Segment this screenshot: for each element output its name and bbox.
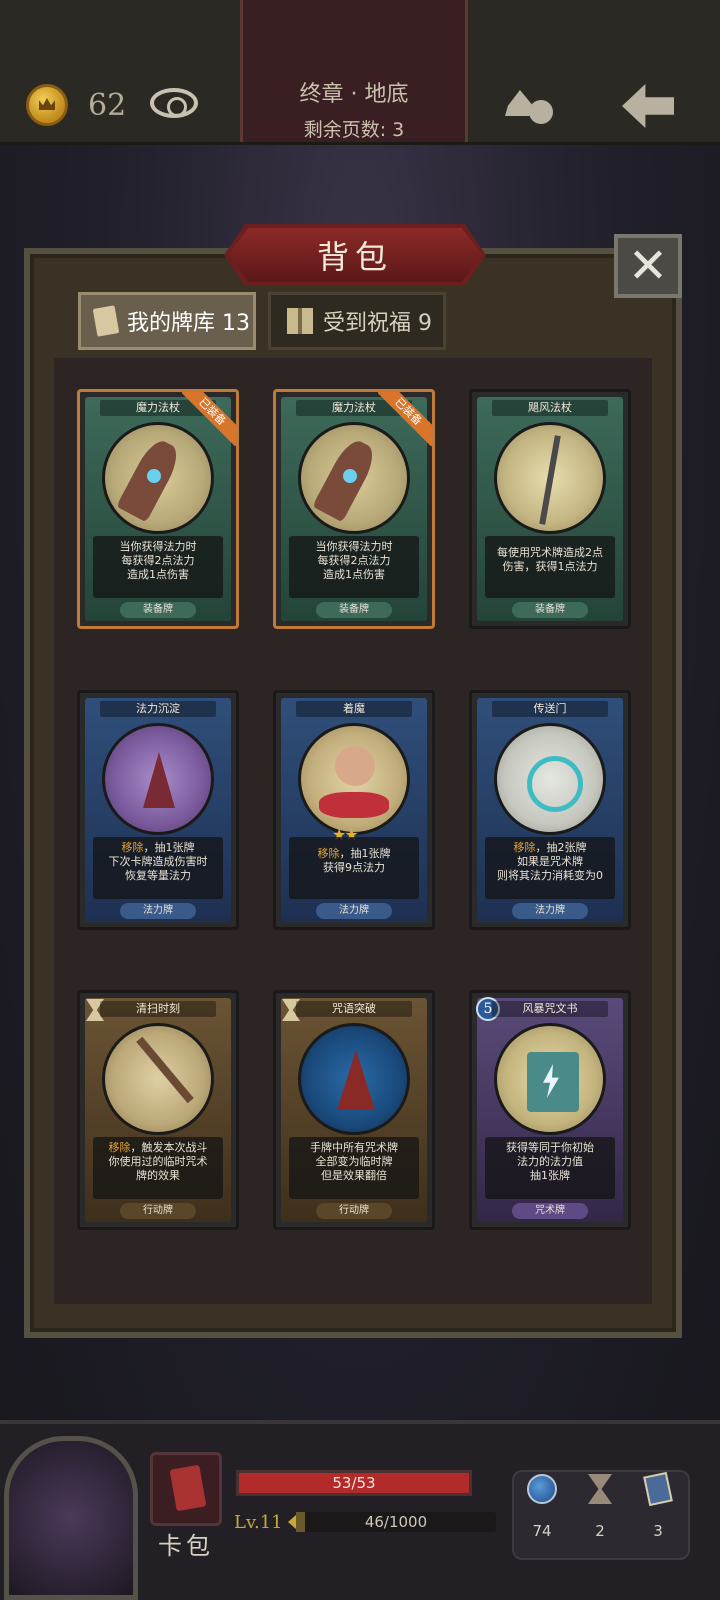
hooded-figure-art	[102, 723, 214, 835]
gold-count: 62	[88, 88, 127, 123]
gift-icon	[287, 308, 313, 334]
pages-remaining: 剩余页数: 3	[303, 119, 405, 141]
possessed-art	[298, 723, 410, 835]
xp-arrow-icon	[288, 1515, 296, 1529]
player-level: Lv.11	[234, 1512, 283, 1533]
card-description: 移除，触发本次战斗 你使用过的临时咒术 牌的效果	[93, 1137, 223, 1199]
card-type: 法力牌	[316, 903, 392, 919]
spellbook-art	[494, 1023, 606, 1135]
card-type: 装备牌	[316, 602, 392, 618]
eye-icon[interactable]	[150, 88, 198, 118]
card-description: 当你获得法力时 每获得2点法力 造成1点伤害	[289, 536, 419, 598]
card-bag-label: 卡包	[158, 1532, 214, 1560]
potion-icon	[527, 1474, 557, 1504]
card-mana-staff[interactable]: 魔力法杖 当你获得法力时 每获得2点法力 造成1点伤害 装备牌 已装备	[273, 389, 435, 629]
card-mana-staff[interactable]: 魔力法杖 当你获得法力时 每获得2点法力 造成1点伤害 装备牌 已装备	[77, 389, 239, 629]
card-type: 行动牌	[120, 1203, 196, 1219]
portal-art	[494, 723, 606, 835]
back-arrow-icon[interactable]	[622, 84, 674, 128]
card-description: 移除，抽2张牌 如果是咒术牌 则将其法力消耗变为0	[485, 837, 615, 899]
panel-title: 背包	[228, 228, 482, 282]
xp-text: 46/1000	[364, 1513, 428, 1531]
card-icon	[92, 305, 120, 337]
card-name: 咒语突破	[296, 1001, 412, 1017]
card-name: 法力沉淀	[100, 701, 216, 717]
card-type: 行动牌	[316, 1203, 392, 1219]
tab-label: 我的牌库 13	[127, 311, 250, 336]
card-type: 法力牌	[512, 903, 588, 919]
card-type: 咒术牌	[512, 1203, 588, 1219]
card-description: 获得等同于你初始 法力的法力值 抽1张牌	[485, 1137, 615, 1199]
card-type: 法力牌	[120, 903, 196, 919]
hp-bar: 53/53	[236, 1470, 472, 1496]
party-icon[interactable]	[505, 84, 555, 126]
card-type: 装备牌	[120, 602, 196, 618]
card-name: 着魔	[296, 701, 412, 717]
card-sweep-time[interactable]: 清扫时刻 移除，触发本次战斗 你使用过的临时咒术 牌的效果 行动牌	[77, 990, 239, 1230]
card-portal[interactable]: 传送门 移除，抽2张牌 如果是咒术牌 则将其法力消耗变为0 法力牌	[469, 690, 631, 930]
hp-text: 53/53	[332, 1474, 376, 1492]
card-name: 飓风法杖	[492, 400, 608, 416]
broom-art	[102, 1023, 214, 1135]
tab-my-deck[interactable]: 我的牌库 13	[78, 292, 256, 350]
card-possessed[interactable]: 着魔 ★★ 移除，抽1张牌 获得9点法力 法力牌	[273, 690, 435, 930]
card-storm-spellbook[interactable]: 5 风暴咒文书 获得等同于你初始 法力的法力值 抽1张牌 咒术牌	[469, 990, 631, 1230]
stat-hourglass[interactable]: 2	[572, 1474, 628, 1540]
card-description: 手牌中所有咒术牌 全部变为临时牌 但是效果翻倍	[289, 1137, 419, 1199]
chapter-title: 终章 · 地底	[299, 82, 409, 107]
card-hurricane-staff[interactable]: 飓风法杖 每使用咒术牌造成2点 伤害，获得1点法力 装备牌	[469, 389, 631, 629]
tab-label: 受到祝福 9	[323, 311, 432, 336]
card-mana-settle[interactable]: 法力沉淀 移除，抽1张牌 下次卡牌造成伤害时 恢复等量法力 法力牌	[77, 690, 239, 930]
player-portrait[interactable]	[4, 1436, 138, 1600]
equipped-badge: 已装备	[182, 392, 236, 446]
tab-blessings[interactable]: 受到祝福 9	[268, 292, 446, 350]
card-description: 每使用咒术牌造成2点 伤害，获得1点法力	[485, 536, 615, 598]
close-button[interactable]: ✕	[614, 234, 682, 298]
card-name: 传送门	[492, 701, 608, 717]
stat-potion[interactable]: 74	[514, 1474, 570, 1540]
top-bar: 62 终章 · 地底 剩余页数: 3	[0, 0, 720, 145]
card-name: 风暴咒文书	[492, 1001, 608, 1017]
xp-bar: 46/1000	[296, 1512, 496, 1532]
card-description: 移除，抽1张牌 下次卡牌造成伤害时 恢复等量法力	[93, 837, 223, 899]
card-description: 当你获得法力时 每获得2点法力 造成1点伤害	[93, 536, 223, 598]
hourglass-icon	[588, 1474, 612, 1504]
stat-deck[interactable]: 3	[630, 1471, 686, 1540]
gold-coin-icon	[26, 84, 68, 126]
card-type: 装备牌	[512, 602, 588, 618]
wizard-art	[298, 1023, 410, 1135]
card-spell-breakthrough[interactable]: 咒语突破 手牌中所有咒术牌 全部变为临时牌 但是效果翻倍 行动牌	[273, 990, 435, 1230]
card-name: 清扫时刻	[100, 1001, 216, 1017]
card-description: 移除，抽1张牌 获得9点法力	[289, 837, 419, 899]
equipped-badge: 已装备	[378, 392, 432, 446]
card-bag-button[interactable]	[150, 1452, 222, 1526]
chapter-banner: 终章 · 地底 剩余页数: 3	[240, 0, 468, 142]
storm-staff-art	[494, 422, 606, 534]
deck-icon	[643, 1471, 673, 1507]
